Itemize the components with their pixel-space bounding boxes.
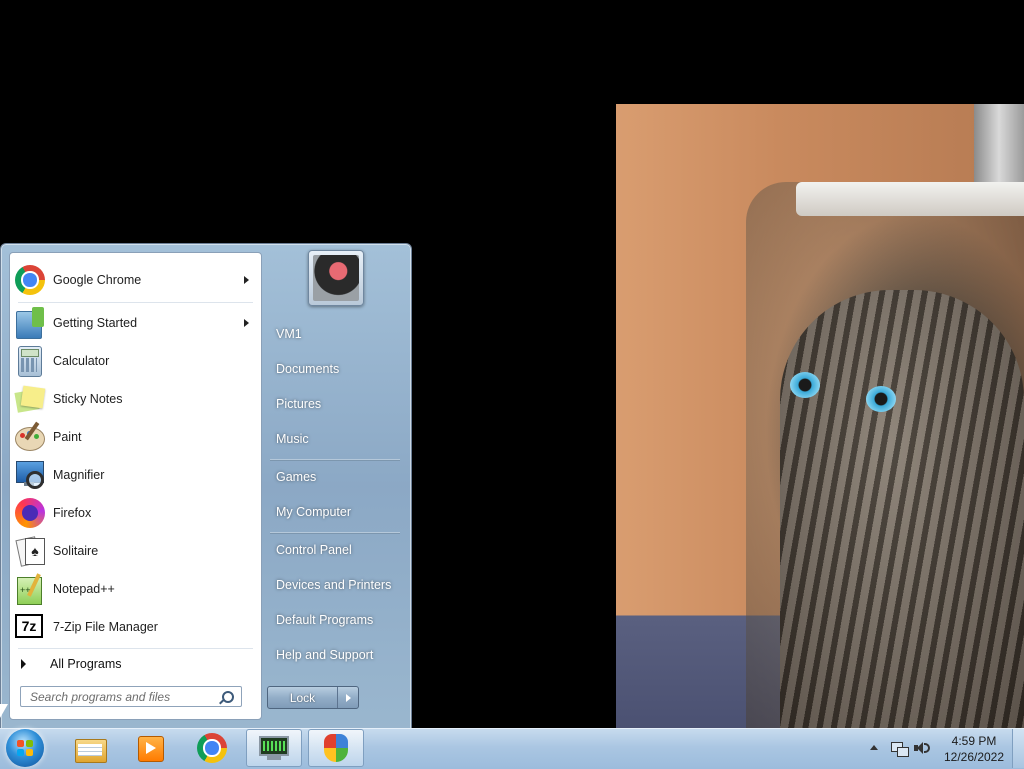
taskbar-windows-explorer[interactable] bbox=[62, 729, 118, 767]
separator bbox=[18, 648, 253, 649]
wallpaper-detail bbox=[866, 386, 896, 412]
link-label: VM1 bbox=[276, 327, 302, 341]
start-menu-item-label: Getting Started bbox=[53, 316, 138, 330]
volume-icon[interactable] bbox=[914, 741, 932, 755]
user-avatar[interactable] bbox=[308, 250, 364, 306]
taskbar-task-manager[interactable] bbox=[246, 729, 302, 767]
chrome-icon bbox=[197, 733, 227, 763]
start-menu-item-notepadpp[interactable]: ++ Notepad++ bbox=[10, 571, 261, 607]
separator bbox=[18, 302, 253, 303]
lock-button-label: Lock bbox=[268, 687, 338, 708]
wallpaper-detail bbox=[790, 372, 820, 398]
calculator-icon bbox=[14, 345, 46, 377]
start-menu-item-label: Sticky Notes bbox=[53, 392, 123, 406]
wallpaper-detail bbox=[780, 290, 1024, 728]
start-menu-link-my-computer[interactable]: My Computer bbox=[268, 497, 402, 527]
link-label: Games bbox=[276, 470, 317, 484]
magnifier-icon bbox=[14, 459, 46, 491]
notepadpp-icon: ++ bbox=[14, 573, 46, 605]
start-menu-link-documents[interactable]: Documents bbox=[268, 354, 402, 384]
all-programs-button[interactable]: All Programs bbox=[10, 651, 261, 677]
start-menu-link-music[interactable]: Music bbox=[268, 424, 402, 454]
link-label: Help and Support bbox=[276, 648, 374, 662]
start-menu-item-google-chrome[interactable]: Google Chrome bbox=[10, 262, 261, 298]
start-menu-item-magnifier[interactable]: Magnifier bbox=[10, 457, 261, 493]
search-input[interactable]: Search programs and files bbox=[20, 686, 242, 707]
expand-arrow-icon bbox=[21, 659, 26, 669]
windows-logo-icon bbox=[17, 740, 33, 756]
lock-button[interactable]: Lock bbox=[267, 686, 359, 709]
all-programs-label: All Programs bbox=[50, 657, 122, 671]
start-menu-item-label: 7-Zip File Manager bbox=[53, 620, 158, 634]
show-hidden-icons-arrow-icon[interactable] bbox=[870, 745, 878, 750]
7zip-icon: 7z bbox=[14, 611, 46, 643]
taskbar-security-center[interactable] bbox=[308, 729, 364, 767]
link-label: Devices and Printers bbox=[276, 578, 392, 592]
start-menu-programs-pane: Google Chrome Getting Started Calculator bbox=[9, 252, 262, 720]
start-menu-item-label: Paint bbox=[53, 430, 82, 444]
clock-date: 12/26/2022 bbox=[943, 750, 1005, 764]
search-icon[interactable] bbox=[222, 691, 234, 703]
sticky-notes-icon bbox=[14, 383, 46, 415]
start-menu-item-label: Magnifier bbox=[53, 468, 105, 482]
start-menu-link-vm1[interactable]: VM1 bbox=[268, 319, 402, 349]
wallpaper-detail bbox=[974, 104, 1024, 184]
start-button[interactable] bbox=[6, 729, 44, 767]
task-manager-icon bbox=[259, 736, 289, 760]
link-label: Documents bbox=[276, 362, 340, 376]
getting-started-icon bbox=[14, 307, 46, 339]
windows-explorer-icon bbox=[75, 735, 107, 763]
link-label: Pictures bbox=[276, 397, 322, 411]
start-menu-item-solitaire[interactable]: ♠ Solitaire bbox=[10, 533, 261, 569]
taskbar-clock[interactable]: 4:59 PM 12/26/2022 bbox=[934, 733, 1014, 765]
link-label: Default Programs bbox=[276, 613, 374, 627]
security-shield-icon bbox=[324, 734, 348, 762]
start-menu-item-7zip[interactable]: 7z 7-Zip File Manager bbox=[10, 609, 261, 645]
start-menu-item-label: Firefox bbox=[53, 506, 92, 520]
network-icon[interactable] bbox=[891, 740, 909, 757]
submenu-arrow-icon[interactable] bbox=[244, 319, 249, 327]
paint-icon bbox=[14, 421, 46, 453]
start-menu-link-default-programs[interactable]: Default Programs bbox=[268, 605, 402, 635]
start-menu-link-control-panel[interactable]: Control Panel bbox=[268, 535, 402, 565]
taskbar-media-player[interactable] bbox=[122, 729, 178, 767]
solitaire-icon: ♠ bbox=[14, 535, 46, 567]
start-menu-item-label: Notepad++ bbox=[53, 582, 115, 596]
start-menu-item-label: Calculator bbox=[53, 354, 110, 368]
start-menu-item-paint[interactable]: Paint bbox=[10, 419, 261, 455]
start-menu-link-help-and-support[interactable]: Help and Support bbox=[268, 640, 402, 670]
shutdown-options-arrow-icon[interactable] bbox=[338, 687, 358, 708]
start-menu-item-firefox[interactable]: Firefox bbox=[10, 495, 261, 531]
start-menu-item-label: Google Chrome bbox=[53, 273, 142, 287]
start-menu-link-games[interactable]: Games bbox=[268, 462, 402, 492]
start-menu-item-label: Solitaire bbox=[53, 544, 99, 558]
start-menu-item-getting-started[interactable]: Getting Started bbox=[10, 305, 261, 341]
start-menu-link-pictures[interactable]: Pictures bbox=[268, 389, 402, 419]
start-menu-link-devices-and-printers[interactable]: Devices and Printers bbox=[268, 570, 402, 600]
link-label: Music bbox=[276, 432, 309, 446]
wallpaper-detail bbox=[796, 182, 1024, 216]
link-label: Control Panel bbox=[276, 543, 352, 557]
media-player-icon bbox=[137, 735, 164, 762]
clock-time: 4:59 PM bbox=[951, 734, 997, 748]
taskbar-chrome[interactable] bbox=[184, 729, 240, 767]
mouse-cursor-icon bbox=[0, 704, 8, 718]
start-menu-item-calculator[interactable]: Calculator bbox=[10, 343, 261, 379]
separator bbox=[270, 532, 400, 533]
submenu-arrow-icon[interactable] bbox=[244, 276, 249, 284]
link-label: My Computer bbox=[276, 505, 352, 519]
start-menu-item-sticky-notes[interactable]: Sticky Notes bbox=[10, 381, 261, 417]
firefox-icon bbox=[14, 497, 46, 529]
chrome-icon bbox=[14, 264, 46, 296]
show-desktop-button[interactable] bbox=[1012, 729, 1024, 768]
separator bbox=[270, 459, 400, 460]
search-placeholder: Search programs and files bbox=[30, 689, 171, 704]
